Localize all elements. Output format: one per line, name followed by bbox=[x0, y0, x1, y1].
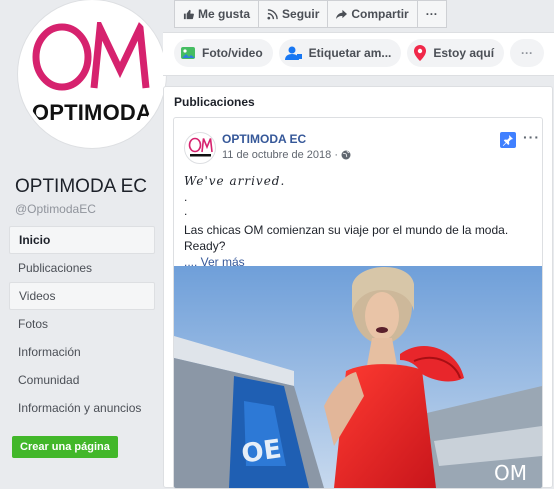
share-button[interactable]: Compartir bbox=[327, 0, 418, 28]
nav-item-videos[interactable]: Videos bbox=[9, 282, 155, 310]
checkin-button[interactable]: Estoy aquí bbox=[407, 39, 505, 67]
post-author[interactable]: OPTIMODA EC bbox=[222, 132, 306, 146]
tag-people-icon bbox=[284, 46, 302, 60]
nav-item-fotos[interactable]: Fotos bbox=[9, 310, 155, 338]
rss-icon bbox=[267, 8, 278, 20]
follow-button[interactable]: Seguir bbox=[258, 0, 329, 28]
pinned-post-icon[interactable] bbox=[500, 132, 516, 148]
nav-item-informacion[interactable]: Información bbox=[9, 338, 155, 366]
more-actions-button[interactable]: ··· bbox=[416, 0, 447, 28]
share-arrow-icon bbox=[336, 9, 348, 19]
post-date[interactable]: 11 de octubre de 2018 · bbox=[222, 149, 351, 161]
composer-more-button[interactable]: ··· bbox=[510, 39, 545, 67]
photo-video-button[interactable]: Foto/video bbox=[174, 39, 273, 67]
follow-label: Seguir bbox=[282, 7, 320, 21]
pin-icon bbox=[502, 135, 513, 146]
page-nav: Inicio Publicaciones Videos Fotos Inform… bbox=[9, 226, 155, 422]
post-composer: Foto/video Etiquetar am... Estoy aquí ··… bbox=[163, 32, 554, 76]
left-column: OPTIMODA OPTIMODA EC @OptimodaEC Inicio … bbox=[0, 0, 166, 486]
post-options-button[interactable]: ··· bbox=[523, 129, 540, 145]
post-body: Las chicas OM comienzan su viaje por el … bbox=[184, 222, 534, 270]
logo-wordmark: OPTIMODA bbox=[31, 100, 153, 125]
create-page-button[interactable]: Crear una página bbox=[12, 436, 118, 458]
location-pin-icon bbox=[414, 45, 427, 61]
share-label: Compartir bbox=[351, 7, 409, 21]
thumbs-up-icon bbox=[183, 9, 194, 19]
nav-item-publicaciones[interactable]: Publicaciones bbox=[9, 254, 155, 282]
post-avatar[interactable] bbox=[184, 132, 216, 164]
page-profile-picture[interactable]: OPTIMODA bbox=[18, 0, 166, 148]
photo-video-label: Foto/video bbox=[202, 46, 263, 60]
page-name[interactable]: OPTIMODA EC bbox=[15, 176, 147, 198]
nav-item-inicio[interactable]: Inicio bbox=[9, 226, 155, 254]
nav-item-comunidad[interactable]: Comunidad bbox=[9, 366, 155, 394]
more-dots-icon: ··· bbox=[425, 7, 438, 21]
like-button[interactable]: Me gusta bbox=[174, 0, 260, 28]
post-date-text: 11 de octubre de 2018 · bbox=[222, 149, 338, 161]
svg-text:OE: OE bbox=[240, 434, 284, 469]
publications-panel: Publicaciones OPTIMODA EC 11 de octubre … bbox=[163, 86, 553, 489]
globe-icon bbox=[341, 150, 351, 160]
tag-friends-button[interactable]: Etiquetar am... bbox=[278, 39, 402, 67]
page-action-bar: Me gusta Seguir Compartir ··· bbox=[174, 0, 447, 28]
like-label: Me gusta bbox=[198, 7, 251, 21]
post-dot-line: . bbox=[184, 190, 188, 204]
post-card: OPTIMODA EC 11 de octubre de 2018 · ··· … bbox=[173, 117, 543, 489]
post-photo[interactable]: OE OM bbox=[174, 266, 542, 488]
tag-friends-label: Etiquetar am... bbox=[308, 46, 392, 60]
publications-title: Publicaciones bbox=[174, 95, 255, 109]
om-logo-icon bbox=[188, 137, 213, 157]
post-script-line: We've arrived. bbox=[184, 174, 286, 188]
svg-text:OM: OM bbox=[494, 461, 527, 485]
om-logo-icon bbox=[32, 22, 150, 91]
post-body-text: Las chicas OM comienzan su viaje por el … bbox=[184, 223, 509, 253]
composer-more-icon: ··· bbox=[521, 46, 534, 60]
photo-icon bbox=[181, 47, 195, 59]
checkin-label: Estoy aquí bbox=[433, 46, 495, 60]
post-photo-image: OE OM bbox=[174, 266, 542, 488]
post-dot-line: . bbox=[184, 204, 188, 218]
nav-item-informacion-anuncios[interactable]: Información y anuncios bbox=[9, 394, 155, 422]
page-handle[interactable]: @OptimodaEC bbox=[15, 202, 96, 216]
composer-actions: Foto/video Etiquetar am... Estoy aquí ··… bbox=[174, 39, 545, 67]
